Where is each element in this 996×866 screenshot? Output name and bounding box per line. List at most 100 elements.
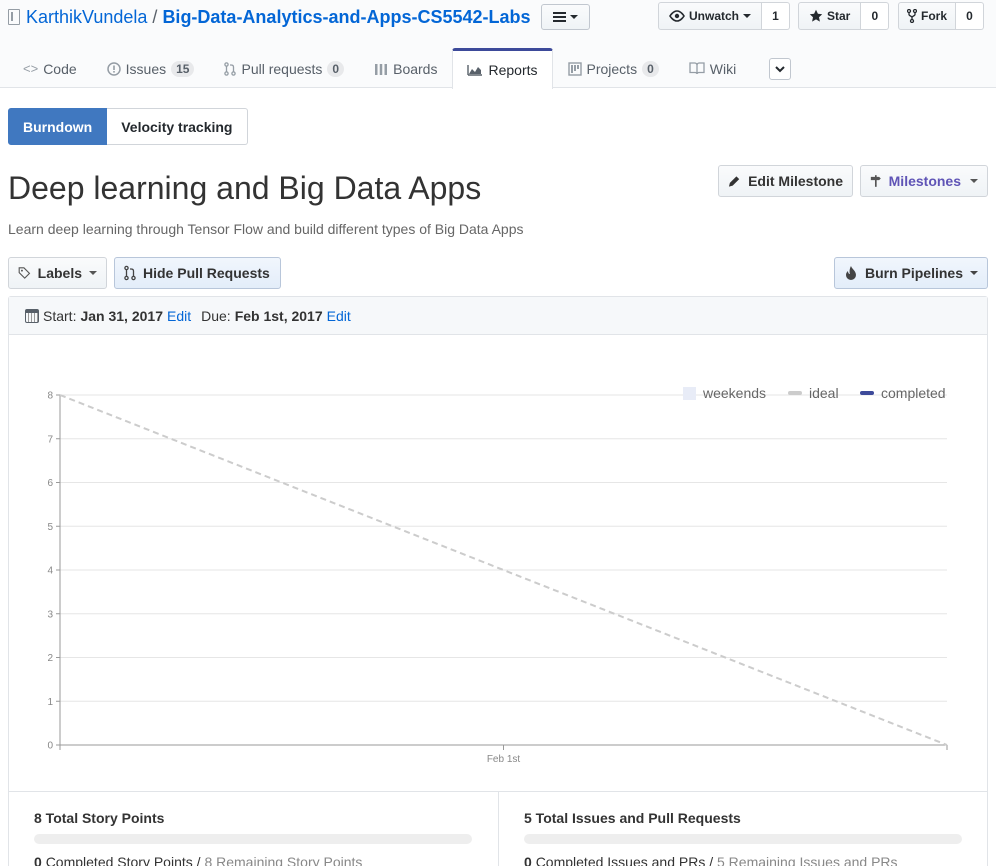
edit-milestone-button[interactable]: Edit Milestone (718, 165, 853, 197)
unwatch-button[interactable]: Unwatch (658, 2, 763, 30)
tab-label: Pull requests (241, 60, 323, 77)
completed-story-points-text: Completed Story Points / (45, 854, 201, 866)
labels-label: Labels (37, 265, 82, 281)
y-tick-label: 8 (47, 391, 53, 402)
y-tick-label: 1 (47, 697, 53, 708)
watch-group: Unwatch 1 (658, 2, 791, 30)
legend-weekends: weekends (683, 385, 766, 401)
tab-reports[interactable]: Reports (452, 48, 553, 89)
tab-label: Issues (125, 60, 167, 77)
chevron-down-icon (569, 15, 578, 19)
project-icon (567, 61, 582, 76)
issues-progress-bar (524, 834, 962, 844)
more-tabs-button[interactable] (769, 58, 792, 80)
repo-nav: <> Code Issues 15 Pull requests 0 Boards… (8, 48, 792, 89)
summary-stats: 8 Total Story Points 0 Completed Story P… (9, 791, 987, 866)
due-date: Feb 1st, 2017 (234, 307, 323, 324)
story-points-summary: 8 Total Story Points 0 Completed Story P… (9, 792, 498, 866)
burndown-tab[interactable]: Burndown (8, 108, 108, 145)
story-points-progress-bar (34, 834, 472, 844)
fork-icon (907, 9, 917, 23)
completed-issues-count: 0 (524, 854, 532, 866)
chevron-down-icon (89, 271, 97, 275)
y-tick-label: 5 (47, 522, 53, 533)
star-icon (809, 9, 823, 22)
labels-dropdown[interactable]: Labels (8, 257, 107, 289)
unwatch-label: Unwatch (689, 9, 740, 23)
chevron-down-icon (970, 179, 978, 183)
chevron-down-icon (775, 65, 785, 72)
tab-code[interactable]: <> Code (8, 48, 92, 88)
completed-issues-text: Completed Issues and PRs / (535, 854, 714, 866)
start-label: Start: (43, 307, 77, 324)
fork-button[interactable]: Fork (898, 2, 957, 30)
repo-name-link[interactable]: Big-Data-Analytics-and-Apps-CS5542-Labs (162, 5, 530, 29)
pencil-icon (728, 176, 740, 187)
y-tick-label: 6 (47, 478, 53, 489)
star-label: Star (827, 9, 851, 23)
issues-breakdown: 0 Completed Issues and PRs / 5 Remaining… (524, 854, 962, 866)
story-points-title: 8 Total Story Points (34, 810, 165, 826)
star-group: Star 0 (798, 2, 890, 30)
edit-due-date-link[interactable]: Edit (327, 308, 351, 324)
y-tick-label: 2 (47, 653, 53, 664)
tab-projects[interactable]: Projects 0 (553, 48, 674, 88)
x-tick-label: Feb 1st (487, 754, 521, 765)
edit-milestone-label: Edit Milestone (748, 173, 843, 189)
tab-wiki[interactable]: Wiki (674, 48, 751, 88)
legend-swatch-weekends (683, 386, 696, 400)
issues-counter: 15 (171, 60, 195, 77)
star-button[interactable]: Star (798, 2, 862, 30)
book-icon (689, 62, 705, 75)
graph-icon (467, 65, 483, 76)
star-count[interactable]: 0 (861, 2, 890, 30)
legend-swatch-ideal (788, 391, 802, 395)
fork-label: Fork (921, 9, 948, 23)
tab-label: Code (43, 60, 77, 77)
repo-owner-link[interactable]: KarthikVundela (26, 5, 147, 29)
tag-icon (18, 267, 31, 279)
milestone-icon (870, 175, 881, 187)
issue-icon (106, 61, 121, 76)
milestone-description: Learn deep learning through Tensor Flow … (8, 221, 524, 237)
issues-title: 5 Total Issues and Pull Requests (524, 810, 741, 826)
code-icon: <> (23, 61, 39, 76)
projects-counter: 0 (642, 60, 659, 77)
story-points-breakdown: 0 Completed Story Points / 8 Remaining S… (34, 854, 473, 866)
legend-swatch-completed (860, 391, 874, 395)
start-date: Jan 31, 2017 (80, 307, 163, 324)
y-tick-label: 7 (47, 434, 53, 445)
fork-count[interactable]: 0 (956, 2, 985, 30)
remaining-story-points: 8 Remaining Story Points (204, 854, 363, 866)
edit-start-date-link[interactable]: Edit (167, 308, 191, 324)
y-tick-label: 4 (47, 566, 53, 577)
hide-pull-requests-label: Hide Pull Requests (143, 265, 270, 281)
legend-label: ideal (809, 385, 839, 401)
repo-separator: / (152, 7, 158, 27)
repo-header: KarthikVundela / Big-Data-Analytics-and-… (0, 0, 996, 89)
pull-requests-counter: 0 (327, 60, 345, 77)
pull-request-icon (124, 265, 136, 281)
y-tick-label: 0 (47, 741, 53, 752)
tab-label: Projects (586, 60, 638, 77)
chevron-down-icon (743, 14, 752, 18)
tab-pull-requests[interactable]: Pull requests 0 (209, 48, 359, 88)
repo-menu-button[interactable] (540, 4, 590, 30)
chevron-down-icon (970, 271, 978, 275)
milestones-dropdown[interactable]: Milestones (860, 165, 988, 197)
report-type-toggle: Burndown Velocity tracking (8, 108, 248, 145)
legend-label: completed (881, 385, 946, 401)
burn-pipelines-dropdown[interactable]: Burn Pipelines (834, 257, 988, 289)
tab-issues[interactable]: Issues 15 (92, 48, 210, 88)
velocity-tracking-tab[interactable]: Velocity tracking (107, 108, 248, 145)
boards-icon (375, 63, 388, 75)
eye-icon (669, 10, 685, 22)
hide-pull-requests-button[interactable]: Hide Pull Requests (114, 257, 281, 289)
tab-boards[interactable]: Boards (359, 48, 452, 88)
pull-request-icon (224, 61, 237, 76)
flame-icon (845, 266, 856, 280)
burn-pipelines-label: Burn Pipelines (864, 265, 963, 281)
milestones-label: Milestones (888, 173, 961, 189)
list-icon (552, 12, 566, 22)
watch-count[interactable]: 1 (762, 2, 791, 30)
